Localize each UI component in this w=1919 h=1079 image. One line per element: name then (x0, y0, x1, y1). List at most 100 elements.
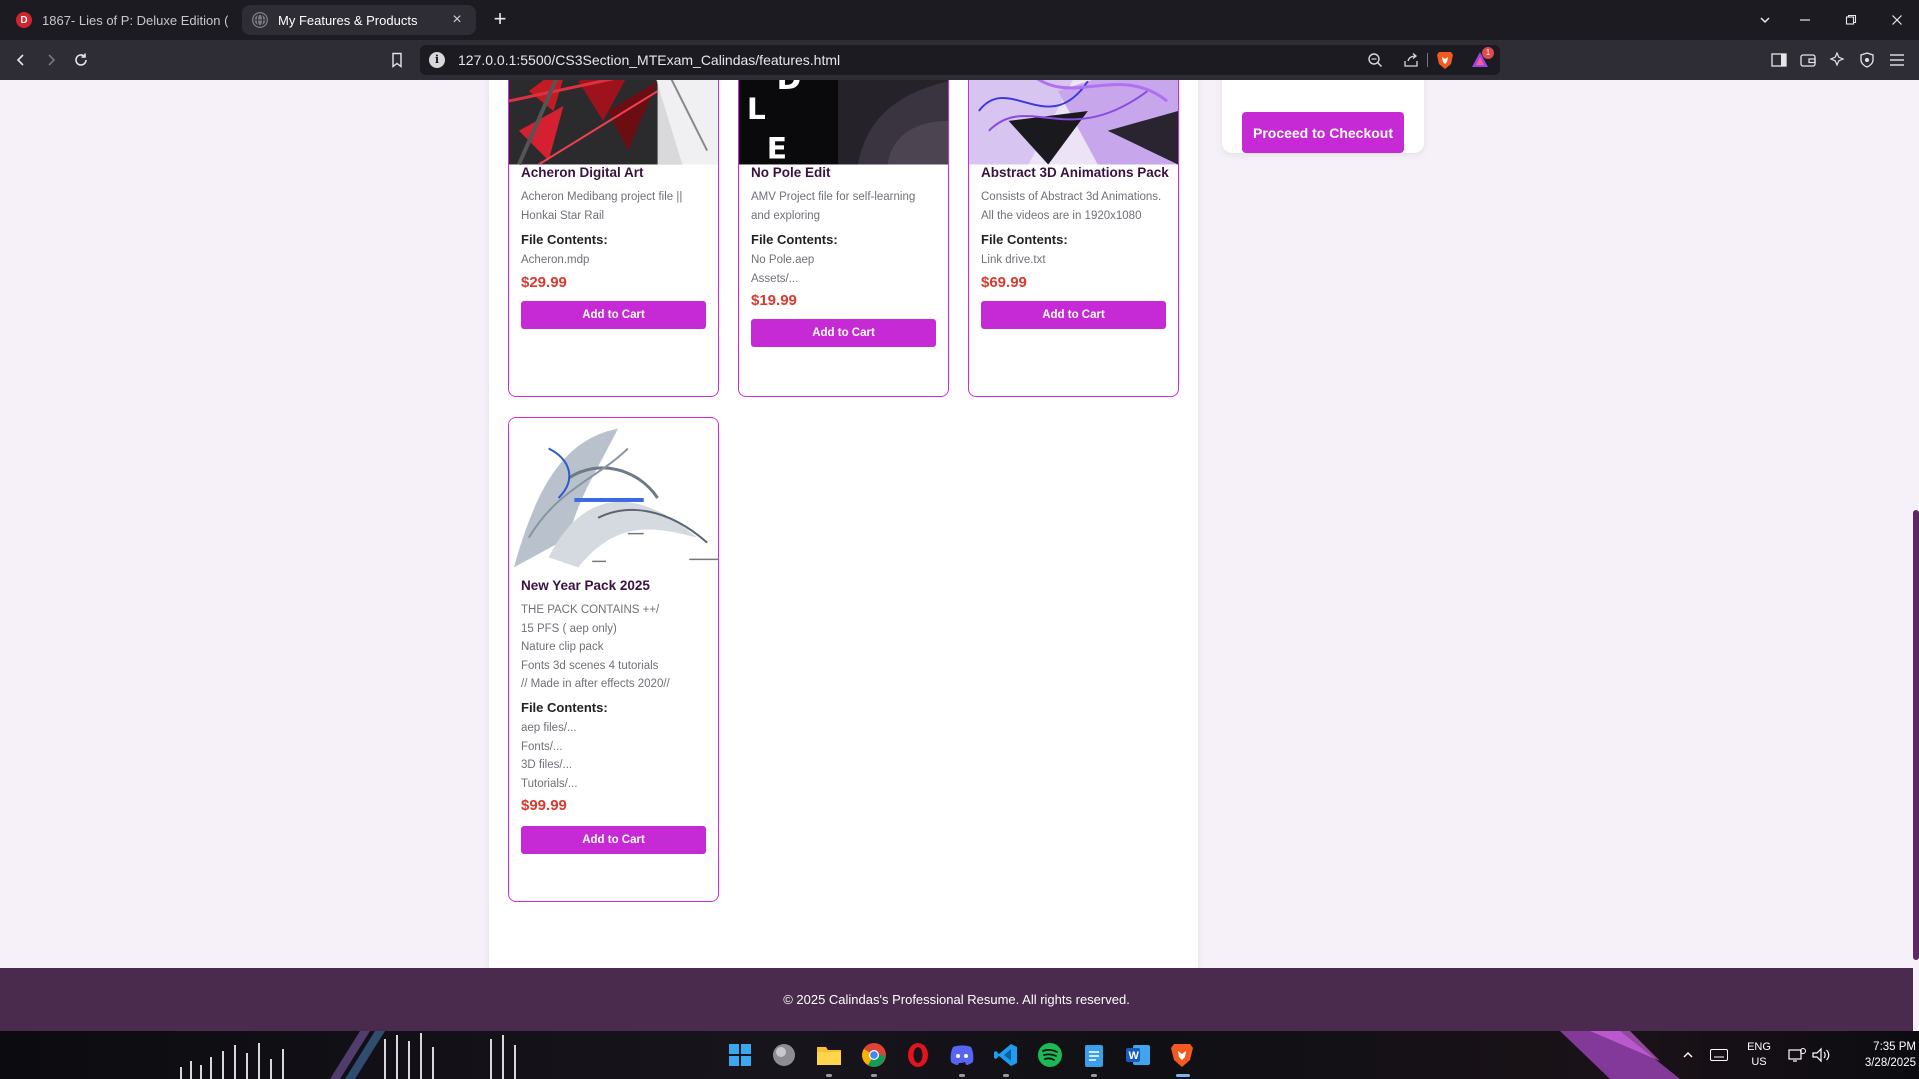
clock[interactable]: 7:35 PM 3/28/2025 (1852, 1039, 1916, 1071)
bookmark-icon[interactable] (384, 47, 410, 73)
chrome-icon[interactable] (860, 1041, 888, 1069)
product-thumbnail: D L E (739, 80, 948, 165)
vpn-shield-icon[interactable] (1854, 47, 1880, 73)
show-hidden-icons-chevron[interactable] (1682, 1031, 1694, 1079)
active-app-indicator (1176, 1074, 1190, 1077)
tab-my-features-products[interactable]: My Features & Products × (242, 5, 476, 35)
tab-title: 1867- Lies of P: Deluxe Edition (v1.5 (42, 12, 228, 28)
opera-icon[interactable] (904, 1041, 932, 1069)
tab-title: My Features & Products (278, 12, 418, 28)
proceed-to-checkout-button[interactable]: Proceed to Checkout (1242, 112, 1404, 153)
clock-date: 3/28/2025 (1864, 1057, 1916, 1069)
input-language[interactable]: ENG US (1744, 1031, 1774, 1079)
product-title: No Pole Edit (751, 165, 831, 180)
page-scrollbar[interactable] (1913, 80, 1919, 1031)
product-price: $99.99 (521, 797, 567, 814)
wallpaper-art (180, 1031, 516, 1079)
product-title: Acheron Digital Art (521, 165, 644, 180)
add-to-cart-button[interactable]: Add to Cart (521, 826, 706, 854)
widgets-icon[interactable] (770, 1041, 798, 1069)
product-thumbnail (509, 418, 718, 578)
url-text[interactable]: 127.0.0.1:5500/CS3Section_MTExam_Calinda… (458, 52, 840, 68)
region-text: US (1751, 1056, 1767, 1068)
url-divider (1427, 53, 1428, 67)
running-indicator (826, 1074, 832, 1077)
file-list: No Pole.aep Assets/... (751, 254, 815, 285)
vscode-icon[interactable] (992, 1041, 1020, 1069)
footer-text: © 2025 Calindas's Professional Resume. A… (783, 992, 1130, 1007)
spotify-icon[interactable] (1036, 1041, 1064, 1069)
brave-browser-icon[interactable] (1168, 1041, 1196, 1069)
close-tab-icon[interactable]: × (448, 11, 466, 29)
share-icon[interactable] (1400, 49, 1422, 71)
language-text: ENG (1747, 1041, 1771, 1053)
product-description: THE PACK CONTAINS ++/ 15 PFS ( aep only)… (521, 604, 670, 690)
network-icon[interactable] (1788, 1031, 1806, 1079)
file-list: Link drive.txt (981, 254, 1046, 266)
zoom-icon[interactable] (1364, 49, 1386, 71)
wallpaper-art (1560, 1031, 1680, 1079)
running-indicator (959, 1074, 965, 1077)
sidebar-icon[interactable] (1766, 47, 1792, 73)
add-to-cart-button[interactable]: Add to Cart (521, 301, 706, 329)
brave-rewards-icon[interactable]: 1 (1470, 47, 1494, 70)
new-tab-button[interactable]: + (488, 8, 512, 32)
product-thumbnail (969, 80, 1178, 165)
file-contents-label: File Contents: (521, 232, 608, 247)
product-description: Acheron Medibang project file || Honkai … (521, 191, 683, 222)
browser-toolbar: i 127.0.0.1:5500/CS3Section_MTExam_Calin… (0, 40, 1919, 80)
file-explorer-icon[interactable] (815, 1041, 843, 1069)
running-indicator (1003, 1074, 1009, 1077)
tab-list-chevron-icon[interactable] (1752, 7, 1778, 33)
keyboard-icon[interactable] (1710, 1031, 1728, 1079)
product-description: Consists of Abstract 3d Animations. All … (981, 191, 1162, 222)
site-info-icon[interactable]: i (429, 52, 445, 68)
rewards-badge: 1 (1482, 47, 1494, 59)
product-card-new-year-pack: New Year Pack 2025 THE PACK CONTAINS ++/… (508, 417, 719, 902)
windows-start-icon[interactable] (726, 1041, 754, 1069)
svg-text:D: D (777, 80, 802, 97)
d-logo-icon: D (16, 12, 32, 28)
wallet-icon[interactable] (1795, 47, 1821, 73)
restore-icon[interactable] (1838, 7, 1864, 33)
reload-icon[interactable] (68, 47, 94, 73)
scrollbar-thumb[interactable] (1913, 510, 1919, 960)
leo-ai-icon[interactable] (1824, 47, 1850, 73)
minimize-icon[interactable] (1792, 7, 1818, 33)
product-price: $69.99 (981, 274, 1027, 291)
page-viewport: Acheron Digital Art Acheron Medibang pro… (0, 80, 1919, 1031)
running-indicator (871, 1074, 877, 1077)
close-window-icon[interactable] (1884, 7, 1910, 33)
volume-icon[interactable] (1812, 1031, 1830, 1079)
product-description: AMV Project file for self-learning and e… (751, 191, 916, 222)
brave-shields-icon[interactable] (1436, 50, 1454, 70)
tab-lies-of-p[interactable]: D 1867- Lies of P: Deluxe Edition (v1.5 (6, 5, 238, 35)
word-icon[interactable]: W (1124, 1041, 1152, 1069)
product-title: New Year Pack 2025 (521, 578, 650, 593)
file-list: aep files/... Fonts/... 3D files/... Tut… (521, 722, 578, 790)
notepad-icon[interactable] (1080, 1041, 1108, 1069)
file-contents-label: File Contents: (981, 232, 1068, 247)
add-to-cart-button[interactable]: Add to Cart (981, 301, 1166, 329)
discord-icon[interactable] (948, 1041, 976, 1069)
file-contents-label: File Contents: (521, 700, 608, 715)
file-contents-label: File Contents: (751, 232, 838, 247)
file-list: Acheron.mdp (521, 254, 590, 266)
globe-icon (252, 12, 268, 28)
windows-taskbar: W ENG US 7:35 PM 3/28/2025 (0, 1031, 1919, 1079)
back-icon[interactable] (8, 47, 34, 73)
add-to-cart-button[interactable]: Add to Cart (751, 319, 936, 347)
running-indicator (1091, 1074, 1097, 1077)
product-price: $19.99 (751, 292, 797, 309)
svg-text:E: E (767, 132, 787, 165)
menu-icon[interactable] (1884, 47, 1910, 73)
clock-time: 7:35 PM (1873, 1041, 1916, 1053)
product-card-abstract-3d: Abstract 3D Animations Pack Consists of … (968, 80, 1179, 397)
page-footer: © 2025 Calindas's Professional Resume. A… (0, 968, 1913, 1031)
product-price: $29.99 (521, 274, 567, 291)
forward-icon[interactable] (38, 47, 64, 73)
svg-text:W: W (1129, 1050, 1140, 1062)
product-card-acheron: Acheron Digital Art Acheron Medibang pro… (508, 80, 719, 397)
products-panel: Acheron Digital Art Acheron Medibang pro… (489, 80, 1198, 1002)
address-bar[interactable]: i 127.0.0.1:5500/CS3Section_MTExam_Calin… (420, 45, 1500, 75)
